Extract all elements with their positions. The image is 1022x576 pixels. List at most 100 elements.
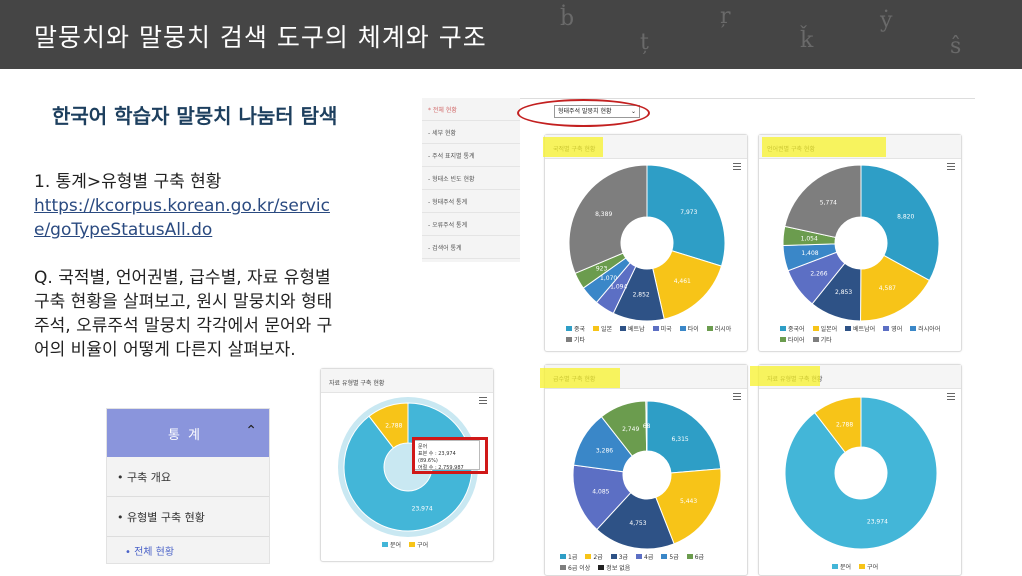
nav-item-type-status[interactable]: • 유형별 구축 현황 xyxy=(107,497,269,537)
legend-item[interactable]: 문어 xyxy=(832,562,851,571)
step-label: 1. 통계>유형별 구축 현황 xyxy=(34,172,222,192)
legend-swatch xyxy=(598,565,605,570)
data-label: 23,974 xyxy=(867,518,888,525)
side-menu-item[interactable]: - 검색어 통계 xyxy=(422,236,520,259)
legend-label: 베트남어 xyxy=(853,326,876,333)
pie-slice[interactable] xyxy=(860,164,940,282)
pie-chart: 6,315 5,443 4,753 4,085 3,286 2,749 68 xyxy=(572,400,722,550)
legend-item[interactable]: 3급 xyxy=(610,552,629,561)
legend-item[interactable]: 1급 xyxy=(560,552,577,561)
legend-item[interactable]: 문어 xyxy=(382,540,401,549)
legend-swatch xyxy=(661,554,668,559)
legend-label: 3급 xyxy=(618,554,629,561)
data-label: 5,443 xyxy=(680,498,697,505)
legend-item[interactable]: 타이 xyxy=(679,324,699,333)
legend-swatch xyxy=(593,326,600,331)
legend-item[interactable]: 2급 xyxy=(585,552,603,561)
legend-item[interactable]: 일본 xyxy=(593,324,612,333)
legend-item[interactable]: 기타 xyxy=(566,335,585,344)
site-side-menu: * 전체 현황 - 세부 현황 - 주석 표지별 통계 - 형태소 빈도 현황 … xyxy=(422,98,520,262)
slide-subtitle: 한국어 학습자 말뭉치 나눔터 탐색 xyxy=(52,104,338,128)
question-text: Q. 국적별, 언어권별, 급수별, 자료 유형별 구축 현황을 살펴보고, 원… xyxy=(34,268,333,360)
chevron-up-icon[interactable]: ⌃ xyxy=(245,423,257,439)
legend-item[interactable]: 중국 xyxy=(566,324,585,333)
stats-nav-panel: 통계 ⌃ • 구축 개요 • 유형별 구축 현황 • 전체 현황 xyxy=(106,408,270,564)
legend-swatch xyxy=(812,326,819,331)
legend-label: 중국어 xyxy=(788,326,805,333)
legend-label: 일본어 xyxy=(820,326,838,333)
side-menu-item[interactable]: * 전체 현황 xyxy=(422,98,520,121)
data-label: 1,094 xyxy=(610,284,627,291)
data-label: 8,820 xyxy=(897,213,914,220)
nav-item-overview[interactable]: • 구축 개요 xyxy=(107,457,269,497)
legend-swatch xyxy=(859,564,866,569)
legend-item[interactable]: 타이어 xyxy=(780,335,805,344)
legend-item[interactable]: 6급 이상 xyxy=(560,563,590,572)
slide-title: 말뭉치와 말뭉치 검색 도구의 체계와 구조 xyxy=(34,23,487,52)
slide: ḃ ț ŗ ǩ ẏ ŝ 말뭉치와 말뭉치 검색 도구의 체계와 구조 한국어 학… xyxy=(0,0,1022,576)
legend-label: 베트남 xyxy=(628,326,645,333)
service-link[interactable]: https://kcorpus.korean.go.kr/service/goT… xyxy=(34,196,330,240)
side-menu-item[interactable]: - 형태주석 통계 xyxy=(422,190,520,213)
nav-sub-all-status[interactable]: • 전체 현황 xyxy=(107,537,269,563)
legend-label: 일본 xyxy=(601,326,613,333)
legend-item[interactable]: 베트남어 xyxy=(845,324,875,333)
nav-header[interactable]: 통계 ⌃ xyxy=(107,409,269,457)
legend-item[interactable]: 러시아어 xyxy=(910,324,940,333)
legend-item[interactable]: 4급 xyxy=(636,552,653,561)
legend-label: 기타 xyxy=(574,337,586,344)
data-label: 1,054 xyxy=(801,235,818,242)
legend-swatch xyxy=(636,554,643,559)
data-label: 2,749 xyxy=(622,426,639,433)
data-label: 4,461 xyxy=(674,278,691,285)
legend-swatch xyxy=(679,326,686,331)
legend-swatch xyxy=(686,554,693,559)
legend-item[interactable]: 미국 xyxy=(652,324,672,333)
nav-header-label: 통계 xyxy=(168,427,208,443)
legend-item[interactable]: 영어 xyxy=(883,324,902,333)
chart-card-type: 자료 유형별 구축 현황 23,9742,788 xyxy=(758,364,962,576)
chart-card-level: 급수별 구축 현황 6,3155,4434,7534,0853,2862,749… xyxy=(544,364,748,576)
legend-label: 6급 이상 xyxy=(568,565,591,572)
legend-item[interactable]: 기타 xyxy=(812,335,832,344)
highlight-mark xyxy=(543,137,603,157)
legend-label: 문어 xyxy=(840,564,852,571)
pie-slice[interactable] xyxy=(568,164,648,274)
highlight-mark xyxy=(750,366,820,386)
decor-glyph: ŝ xyxy=(950,34,962,59)
legend-label: 타이 xyxy=(687,326,699,333)
legend-item[interactable]: 베트남 xyxy=(620,324,645,333)
legend-item[interactable]: 중국어 xyxy=(780,324,805,333)
data-label: 923 xyxy=(596,265,608,272)
side-menu-item[interactable]: - 주석 표지별 통계 xyxy=(422,144,520,167)
side-menu-item[interactable]: - 세부 현황 xyxy=(422,121,520,144)
legend-swatch xyxy=(883,326,890,331)
data-label: 6,315 xyxy=(672,436,689,443)
legend-item[interactable]: 구어 xyxy=(409,540,428,549)
side-menu-item[interactable]: - 오류주석 통계 xyxy=(422,213,520,236)
legend-item[interactable]: 5급 xyxy=(661,552,679,561)
decor-glyph: ǩ xyxy=(800,28,814,53)
legend-item[interactable]: 정보 없음 xyxy=(598,563,630,572)
legend-item[interactable]: 일본어 xyxy=(812,324,838,333)
legend-item[interactable]: 구어 xyxy=(859,562,878,571)
legend-label: 러시아 xyxy=(714,326,732,333)
legend-label: 정보 없음 xyxy=(606,565,631,572)
legend-item[interactable]: 6급 xyxy=(686,552,704,561)
legend-swatch xyxy=(845,326,852,331)
legend-item[interactable]: 러시아 xyxy=(706,324,732,333)
legend-swatch xyxy=(560,565,566,570)
legend-swatch xyxy=(910,326,917,331)
legend-swatch xyxy=(566,337,572,342)
legend-label: 2급 xyxy=(593,554,603,561)
data-label: 3,286 xyxy=(596,448,613,455)
legend-swatch xyxy=(566,326,572,331)
legend-label: 4급 xyxy=(644,554,654,561)
decor-glyph: ḃ xyxy=(560,6,575,31)
side-menu-item[interactable]: - 형태소 빈도 현황 xyxy=(422,167,520,190)
chart-legend: 문어 구어 xyxy=(832,562,912,571)
legend-swatch xyxy=(620,326,627,331)
highlight-box xyxy=(412,437,488,474)
chart-legend: 중국어 일본어 베트남어 영어 러시아어타이어 기타 xyxy=(780,324,950,344)
data-label: 7,973 xyxy=(680,209,697,216)
